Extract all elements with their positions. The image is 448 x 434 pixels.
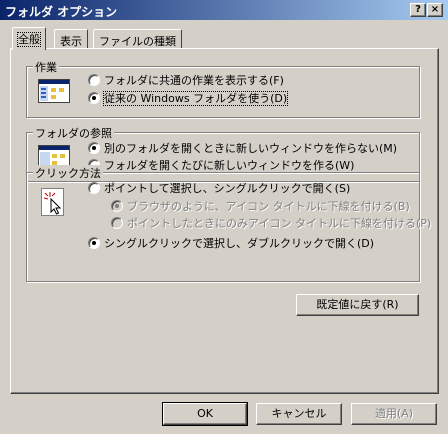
window-title: フォルダ オプション <box>5 5 118 19</box>
click-method-group-legend: クリック方法 <box>33 165 103 181</box>
radio-label: フォルダに共通の作業を表示する(F) <box>104 74 284 87</box>
same-window-radio[interactable]: 別のフォルダを開くときに新しいウィンドウを作らない(M) <box>88 142 397 156</box>
tab-file-types[interactable]: ファイルの種類 <box>93 29 182 49</box>
radio-label: フォルダを開くたびに新しいウィンドウを作る(W) <box>104 159 355 172</box>
restore-defaults-button[interactable]: 既定値に戻す(R) <box>296 294 419 316</box>
radio-button[interactable] <box>88 74 100 86</box>
folder-tasks-icon <box>38 79 70 103</box>
radio-button[interactable] <box>88 92 100 104</box>
radio-button[interactable] <box>111 217 123 229</box>
use-classic-folders-radio[interactable]: 従来の Windows フォルダを使う(D) <box>88 91 289 106</box>
new-window-radio[interactable]: フォルダを開くたびに新しいウィンドウを作る(W) <box>88 159 354 173</box>
radio-label: ポイントしたときにのみアイコン タイトルに下線を付ける(P) <box>127 217 432 230</box>
radio-button[interactable] <box>111 200 123 212</box>
tab-view[interactable]: 表示 <box>54 29 88 49</box>
apply-button[interactable]: 適用(A) <box>351 403 437 425</box>
pointer-click-icon <box>41 188 64 216</box>
radio-button[interactable] <box>88 237 100 249</box>
double-click-open-radio[interactable]: シングルクリックで選択し、ダブルクリックで開く(D) <box>88 237 374 251</box>
help-button[interactable]: ? <box>410 3 426 17</box>
tasks-group-legend: 作業 <box>33 59 59 75</box>
radio-label: 従来の Windows フォルダを使う(D) <box>102 91 289 106</box>
title-bar[interactable]: フォルダ オプション ? × <box>0 0 448 20</box>
tab-label: ファイルの種類 <box>99 35 176 48</box>
radio-label: 別のフォルダを開くときに新しいウィンドウを作らない(M) <box>104 142 398 155</box>
underline-always-radio[interactable]: ブラウザのように、アイコン タイトルに下線を付ける(B) <box>111 200 410 214</box>
underline-on-hover-radio[interactable]: ポイントしたときにのみアイコン タイトルに下線を付ける(P) <box>111 217 431 231</box>
ok-button[interactable]: OK <box>162 402 248 426</box>
close-button[interactable]: × <box>427 3 443 17</box>
tab-general[interactable]: 全般 <box>12 27 46 50</box>
tab-label: 全般 <box>17 32 41 47</box>
single-click-open-radio[interactable]: ポイントして選択し、シングルクリックで開く(S) <box>88 182 350 196</box>
tasks-group: 作業 フォルダに共通の作業を表示する(F) 従来の Windows フォルダを使… <box>26 59 420 118</box>
show-common-tasks-radio[interactable]: フォルダに共通の作業を表示する(F) <box>88 74 284 88</box>
radio-button[interactable] <box>88 142 100 154</box>
click-method-group: クリック方法 ポイントして選択し、シングルクリックで開く(S) ブラウザのように… <box>26 165 431 282</box>
radio-label: シングルクリックで選択し、ダブルクリックで開く(D) <box>104 237 375 250</box>
radio-button[interactable] <box>88 182 100 194</box>
radio-label: ポイントして選択し、シングルクリックで開く(S) <box>104 182 351 195</box>
browse-folders-group-legend: フォルダの参照 <box>33 125 114 141</box>
cancel-button[interactable]: キャンセル <box>256 403 342 425</box>
tab-label: 表示 <box>60 35 82 48</box>
radio-label: ブラウザのように、アイコン タイトルに下線を付ける(B) <box>127 200 410 213</box>
